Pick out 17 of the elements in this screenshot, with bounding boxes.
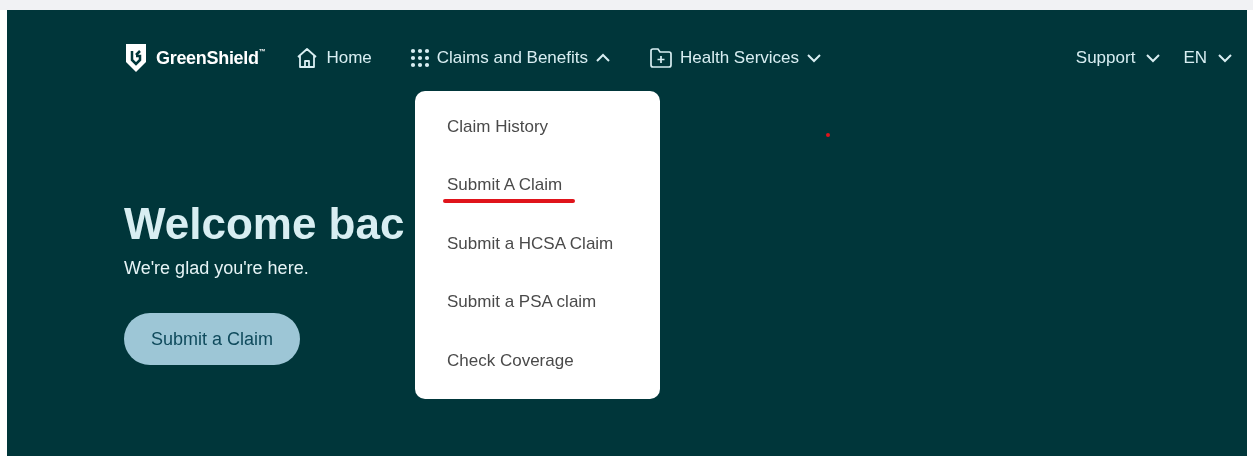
nav-link[interactable]: EN [1183, 48, 1233, 68]
shield-logo-icon [124, 42, 148, 74]
menu-item[interactable]: Check Coverage [447, 350, 574, 371]
menu-item[interactable]: Submit A Claim [447, 175, 563, 196]
welcome-heading: Welcome bac [124, 198, 405, 250]
folder-plus-icon [649, 47, 673, 69]
menu-item[interactable]: Claim History [447, 117, 549, 137]
nav-link[interactable]: Health Services [649, 46, 823, 70]
brand-name[interactable]: GreenShield$^{™}$ [156, 47, 266, 69]
grid-icon [409, 48, 430, 68]
menu-item[interactable]: Submit a HCSA Claim [447, 233, 614, 254]
menu-item[interactable]: Submit a PSA claim [447, 292, 597, 313]
nav-link[interactable]: Claims and Benefits [409, 46, 611, 70]
nav-link[interactable]: Support [1075, 48, 1162, 68]
submit-claim-button[interactable]: Submit a Claim [124, 313, 301, 365]
welcome-subtitle: We're glad you're here. [124, 258, 310, 279]
nav-link[interactable]: Home [295, 46, 372, 70]
